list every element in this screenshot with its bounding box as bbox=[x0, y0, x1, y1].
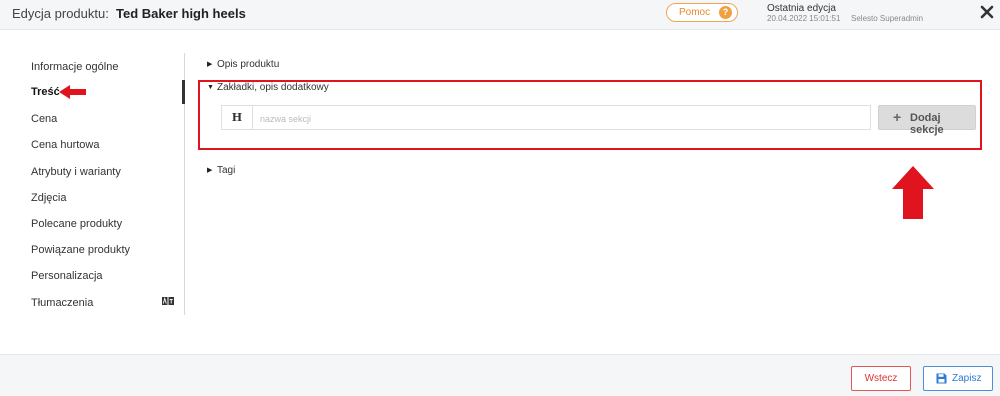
header-label: Edycja produktu: bbox=[12, 6, 109, 21]
section-tags[interactable]: ▶ Tagi bbox=[207, 165, 235, 176]
sidebar-item-price[interactable]: Cena bbox=[31, 113, 57, 125]
sidebar-item-photos[interactable]: Zdjęcia bbox=[31, 192, 66, 204]
sidebar-item-personalization[interactable]: Personalizacja bbox=[31, 270, 103, 282]
sidebar-item-translations[interactable]: Tłumaczenia bbox=[31, 297, 93, 309]
add-section-label: Dodaj sekcje bbox=[910, 112, 944, 136]
sidebar-item-wholesale-price[interactable]: Cena hurtowa bbox=[31, 139, 100, 151]
caret-right-icon: ▶ bbox=[207, 61, 213, 68]
question-icon: ? bbox=[719, 6, 732, 19]
translate-icon bbox=[162, 297, 174, 305]
caret-right-icon: ▶ bbox=[207, 167, 213, 174]
sidebar-item-general-info[interactable]: Informacje ogólne bbox=[31, 61, 118, 73]
section-name-input[interactable] bbox=[258, 109, 862, 128]
last-edit-title: Ostatnia edycja bbox=[767, 3, 836, 14]
page-header: Edycja produktu: Ted Baker high heels Po… bbox=[0, 0, 1000, 30]
sidebar-item-recommended[interactable]: Polecane produkty bbox=[31, 218, 122, 230]
add-section-button[interactable]: + Dodaj sekcje bbox=[878, 105, 976, 136]
back-button[interactable]: Wstecz bbox=[851, 366, 911, 391]
sidebar-item-content[interactable]: Treść bbox=[31, 86, 60, 98]
section-label: Opis produktu bbox=[217, 59, 280, 70]
floppy-disk-icon bbox=[936, 373, 947, 384]
help-button[interactable]: Pomoc ? bbox=[666, 3, 738, 22]
section-product-description[interactable]: ▶ Opis produktu bbox=[207, 59, 279, 70]
close-icon[interactable] bbox=[979, 4, 995, 20]
section-label: Tagi bbox=[217, 165, 236, 176]
plus-icon: + bbox=[893, 109, 902, 125]
product-name: Ted Baker high heels bbox=[116, 6, 246, 21]
heading-icon: H bbox=[222, 106, 253, 129]
sidebar-item-related[interactable]: Powiązane produkty bbox=[31, 244, 130, 256]
sidebar-item-attributes[interactable]: Atrybuty i warianty bbox=[31, 166, 121, 178]
last-edit-date: 20.04.2022 15:01:51 bbox=[767, 14, 841, 23]
page-footer: Wstecz Zapisz bbox=[0, 354, 1000, 396]
help-label: Pomoc bbox=[679, 7, 711, 18]
save-label: Zapisz bbox=[952, 373, 982, 384]
save-button[interactable]: Zapisz bbox=[923, 366, 993, 391]
last-edit-user: Selesto Superadmin bbox=[851, 14, 924, 23]
section-name-group: H bbox=[221, 105, 871, 130]
red-arrow-up-icon bbox=[892, 166, 934, 219]
active-item-marker bbox=[182, 80, 185, 104]
red-arrow-left-icon bbox=[59, 85, 86, 99]
